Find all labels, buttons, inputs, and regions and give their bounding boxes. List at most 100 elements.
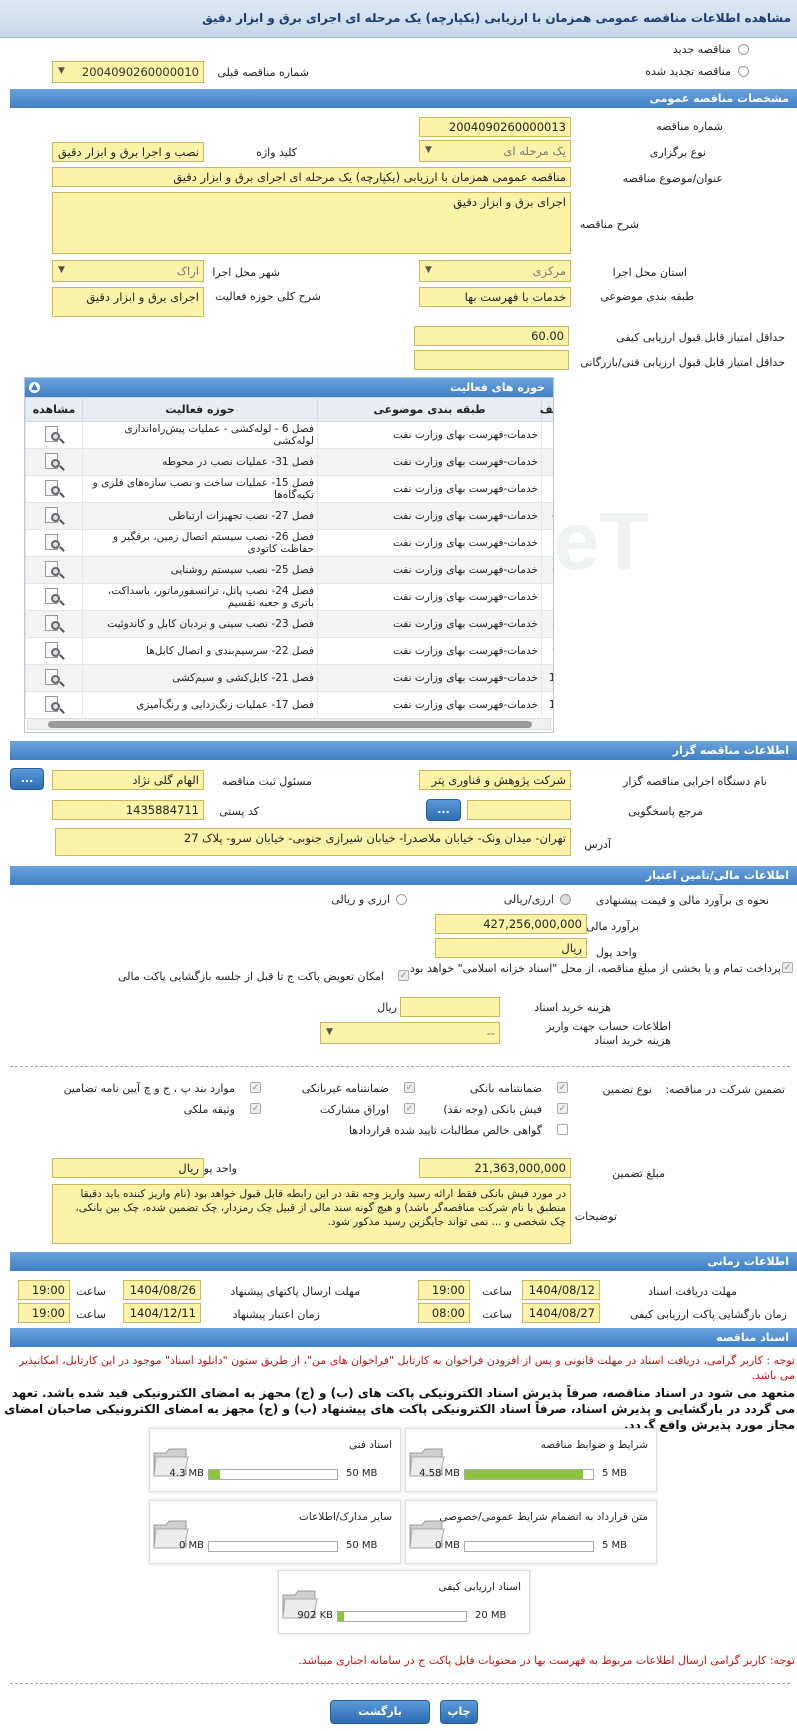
row-activity: فصل 26- نصب سیستم اتصال زمین، برقگیر و ح…	[82, 529, 318, 557]
keyword-field: نصب و اجرا برق و ابزار دقیق	[52, 142, 204, 162]
activities-grid-header: حوزه های فعالیت ▲	[25, 378, 553, 397]
min-tech-label: حداقل امتیاز قابل قبول ارزیابی فنی/بازرگ…	[580, 356, 785, 369]
opt-bonds-checkbox[interactable]: ✓	[404, 1103, 415, 1114]
address-label: آدرس	[584, 838, 611, 851]
row-activity: فصل 22- سرسیم‌بندی و اتصال کابل‌ها	[82, 637, 318, 665]
doc-receive-time: 19:00	[418, 1280, 470, 1300]
table-row: 8خدمات-فهرست بهای وزارت نفتفصل 23- نصب س…	[25, 610, 553, 638]
ref-more-button[interactable]: ...	[426, 799, 461, 821]
new-tender-radio[interactable]	[738, 44, 749, 55]
col-row: ردیف	[540, 397, 553, 422]
view-button[interactable]	[25, 421, 83, 449]
postal-field: 1435884711	[52, 800, 204, 820]
doc-card-other[interactable]: سایر مدارک/اطلاعات 50 MB 0 MB	[149, 1500, 401, 1564]
holding-type-label: نوع برگزاری	[649, 146, 706, 159]
opt-claims-checkbox[interactable]	[557, 1124, 568, 1135]
row-category: خدمات-فهرست بهای وزارت نفت	[317, 664, 542, 692]
number-label: شماره مناقصه	[656, 120, 723, 133]
row-number: 6	[541, 556, 553, 584]
row-activity: فصل 23- نصب سینی و نردبان کابل و کاندوئی…	[82, 610, 318, 638]
row-category: خدمات-فهرست بهای وزارت نفت	[317, 475, 542, 503]
opt-bonds-label: اوراق مشارکت	[319, 1103, 389, 1116]
view-button[interactable]	[25, 610, 83, 638]
row-activity: فصل 31- عملیات نصب در محوطه	[82, 448, 318, 476]
opt-cash-label: فیش بانکی (وجه نقد)	[443, 1103, 542, 1116]
min-tech-field	[414, 350, 569, 370]
account-select[interactable]: ▼ --	[320, 1022, 500, 1044]
province-label: استان محل اجرا	[612, 266, 687, 279]
account-label: اطلاعات حساب جهت واریز هزینه خرید اسناد	[546, 1020, 671, 1047]
send-time: 19:00	[18, 1280, 70, 1300]
horizontal-scrollbar[interactable]	[27, 718, 551, 730]
doc-card-quality[interactable]: اسناد ارزیابی کیفی 20 MB 902 KB	[278, 1570, 530, 1634]
view-button[interactable]	[25, 502, 83, 530]
registrar-more-button[interactable]: ...	[10, 768, 44, 790]
section-timing: اطلاعات زمانی	[10, 1252, 797, 1271]
org-label: نام دستگاه اجرایی مناقصه گزار	[623, 775, 767, 788]
postal-label: کد پستی	[219, 805, 259, 818]
progress-fill	[209, 1470, 220, 1479]
print-button[interactable]: چاپ	[440, 1700, 478, 1724]
doc-card-technical[interactable]: اسناد فنی 50 MB 4.3 MB	[149, 1428, 401, 1492]
view-button[interactable]	[25, 637, 83, 665]
doc-cost-label: هزینه خرید اسناد	[534, 1001, 611, 1014]
validity-time: 19:00	[18, 1303, 70, 1323]
send-label: مهلت ارسال پاکتهای پیشنهاد	[230, 1285, 360, 1298]
prev-number-select[interactable]: ▼ 2004090260000010	[52, 61, 204, 83]
doc-card-contract[interactable]: متن قرارداد به انضمام شرایط عمومی/خصوصی …	[405, 1500, 657, 1564]
activity-desc-label: شرح کلی حوزه فعالیت	[215, 290, 321, 303]
view-button[interactable]	[25, 664, 83, 692]
opt-property-checkbox[interactable]: ✓	[250, 1103, 261, 1114]
swap-checkbox[interactable]: ✓	[398, 970, 409, 981]
opt-clause-checkbox[interactable]: ✓	[250, 1082, 261, 1093]
rial-radio[interactable]	[560, 894, 571, 905]
row-activity: فصل 6 - لوله‌کشی - عملیات پیش‌راه‌اندازی…	[82, 421, 318, 449]
view-button[interactable]	[25, 475, 83, 503]
section-organizer: اطلاعات مناقصه گزار	[10, 741, 797, 760]
table-row: 7خدمات-فهرست بهای وزارت نفتفصل 24- نصب پ…	[25, 583, 553, 611]
treasury-checkbox[interactable]: ✓	[782, 962, 793, 973]
view-button[interactable]	[25, 583, 83, 611]
view-button[interactable]	[25, 556, 83, 584]
notice-price-list: توجه: کاربر گرامی ارسال اطلاعات مربوط به…	[298, 1654, 795, 1667]
province-select[interactable]: ▼ مرکزی	[419, 260, 571, 282]
description-field: اجرای برق و ابزار دقیق	[52, 192, 571, 254]
validity-date: 1404/12/11	[123, 1303, 201, 1323]
opt-bank-checkbox[interactable]: ✓	[557, 1082, 568, 1093]
holding-type-select[interactable]: ▼ یک مرحله ای	[419, 140, 571, 162]
magnifier-icon	[43, 506, 65, 526]
row-category: خدمات-فهرست بهای وزارت نفت	[317, 448, 542, 476]
progress-fill	[338, 1612, 344, 1621]
row-category: خدمات-فهرست بهای وزارت نفت	[317, 556, 542, 584]
participation-label: تضمین شرکت در مناقصه:	[665, 1083, 785, 1096]
city-select[interactable]: ▼ اراک	[52, 260, 204, 282]
view-button[interactable]	[25, 448, 83, 476]
collapse-icon[interactable]: ▲	[29, 382, 40, 393]
table-row: 4خدمات-فهرست بهای وزارت نفتفصل 27- نصب ت…	[25, 502, 553, 530]
progress-fill	[465, 1470, 583, 1479]
view-button[interactable]	[25, 529, 83, 557]
magnifier-icon	[43, 560, 65, 580]
renewed-tender-label: مناقصه تجدید شده	[645, 65, 731, 78]
row-activity: فصل 15- عملیات ساخت و نصب سازه‌های فلزی …	[82, 475, 318, 503]
row-activity: فصل 27- نصب تجهیزات ارتباطی	[82, 502, 318, 530]
section-financial: اطلاعات مالی/تامین اعتبار	[10, 866, 797, 885]
guarantee-type-label: نوع تضمین	[602, 1083, 652, 1096]
subject-field: مناقصه عمومی همزمان با ارزیابی (یکپارچه)…	[52, 167, 571, 187]
magnifier-icon	[43, 452, 65, 472]
table-row: 9خدمات-فهرست بهای وزارت نفتفصل 22- سرسیم…	[25, 637, 553, 665]
guarantee-amount-label: مبلغ تضمین	[612, 1167, 665, 1180]
opt-cash-checkbox[interactable]: ✓	[557, 1103, 568, 1114]
currency-label: واحد پول	[595, 946, 637, 959]
renewed-tender-radio[interactable]	[738, 66, 749, 77]
back-button[interactable]: بازگشت	[330, 1700, 430, 1724]
currency-rial-radio[interactable]	[396, 894, 407, 905]
activities-grid: حوزه های فعالیت ▲ ردیف طبقه بندی موضوعی …	[24, 377, 554, 733]
doc-card-terms[interactable]: شرایط و ضوابط مناقصه 5 MB 4.58 MB	[405, 1428, 657, 1492]
rial-label: ارزی/ریالی	[503, 893, 554, 906]
row-number: 3	[541, 475, 553, 503]
keyword-label: کلید واژه	[256, 146, 297, 159]
view-button[interactable]	[25, 691, 83, 719]
row-category: خدمات-فهرست بهای وزارت نفت	[317, 637, 542, 665]
opt-nonbank-checkbox[interactable]: ✓	[404, 1082, 415, 1093]
